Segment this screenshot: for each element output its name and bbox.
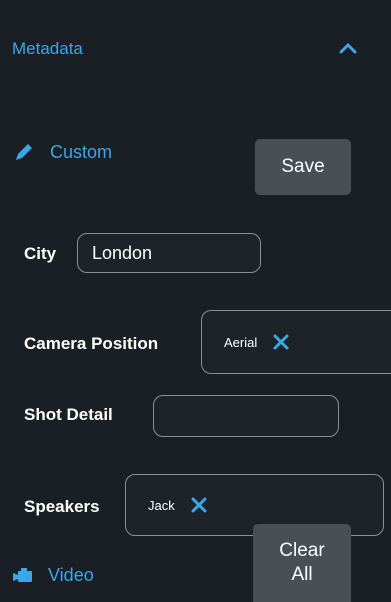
city-field[interactable]: London xyxy=(77,233,261,273)
city-label: City xyxy=(24,244,57,263)
video-label: Video xyxy=(48,565,94,585)
close-icon[interactable] xyxy=(189,495,209,515)
chevron-up-icon[interactable] xyxy=(335,36,361,62)
city-value: London xyxy=(92,242,153,263)
pencil-icon xyxy=(16,144,32,160)
shot-detail-label: Shot Detail xyxy=(24,405,113,424)
video-link[interactable]: Video xyxy=(12,565,94,586)
shot-detail-field[interactable] xyxy=(153,395,339,437)
camera-position-chip: Aerial xyxy=(224,334,258,350)
clear-all-button[interactable]: Clear All xyxy=(253,524,351,602)
close-icon[interactable] xyxy=(271,332,291,352)
save-button[interactable]: Save xyxy=(255,139,351,195)
clear-label-line1: Clear xyxy=(279,540,325,562)
speakers-chip: Jack xyxy=(148,497,175,513)
clear-all-label: Clear All xyxy=(279,539,324,587)
camera-position-label: Camera Position xyxy=(24,334,159,353)
metadata-section-header[interactable]: Metadata xyxy=(0,0,391,98)
section-title: Metadata xyxy=(12,39,83,58)
speakers-label: Speakers xyxy=(24,497,100,516)
custom-link[interactable]: Custom xyxy=(12,140,112,164)
video-camera-icon xyxy=(13,567,32,582)
clear-label-line2: All xyxy=(291,564,313,585)
camera-position-field[interactable]: Aerial xyxy=(201,310,391,374)
custom-label: Custom xyxy=(50,141,113,162)
